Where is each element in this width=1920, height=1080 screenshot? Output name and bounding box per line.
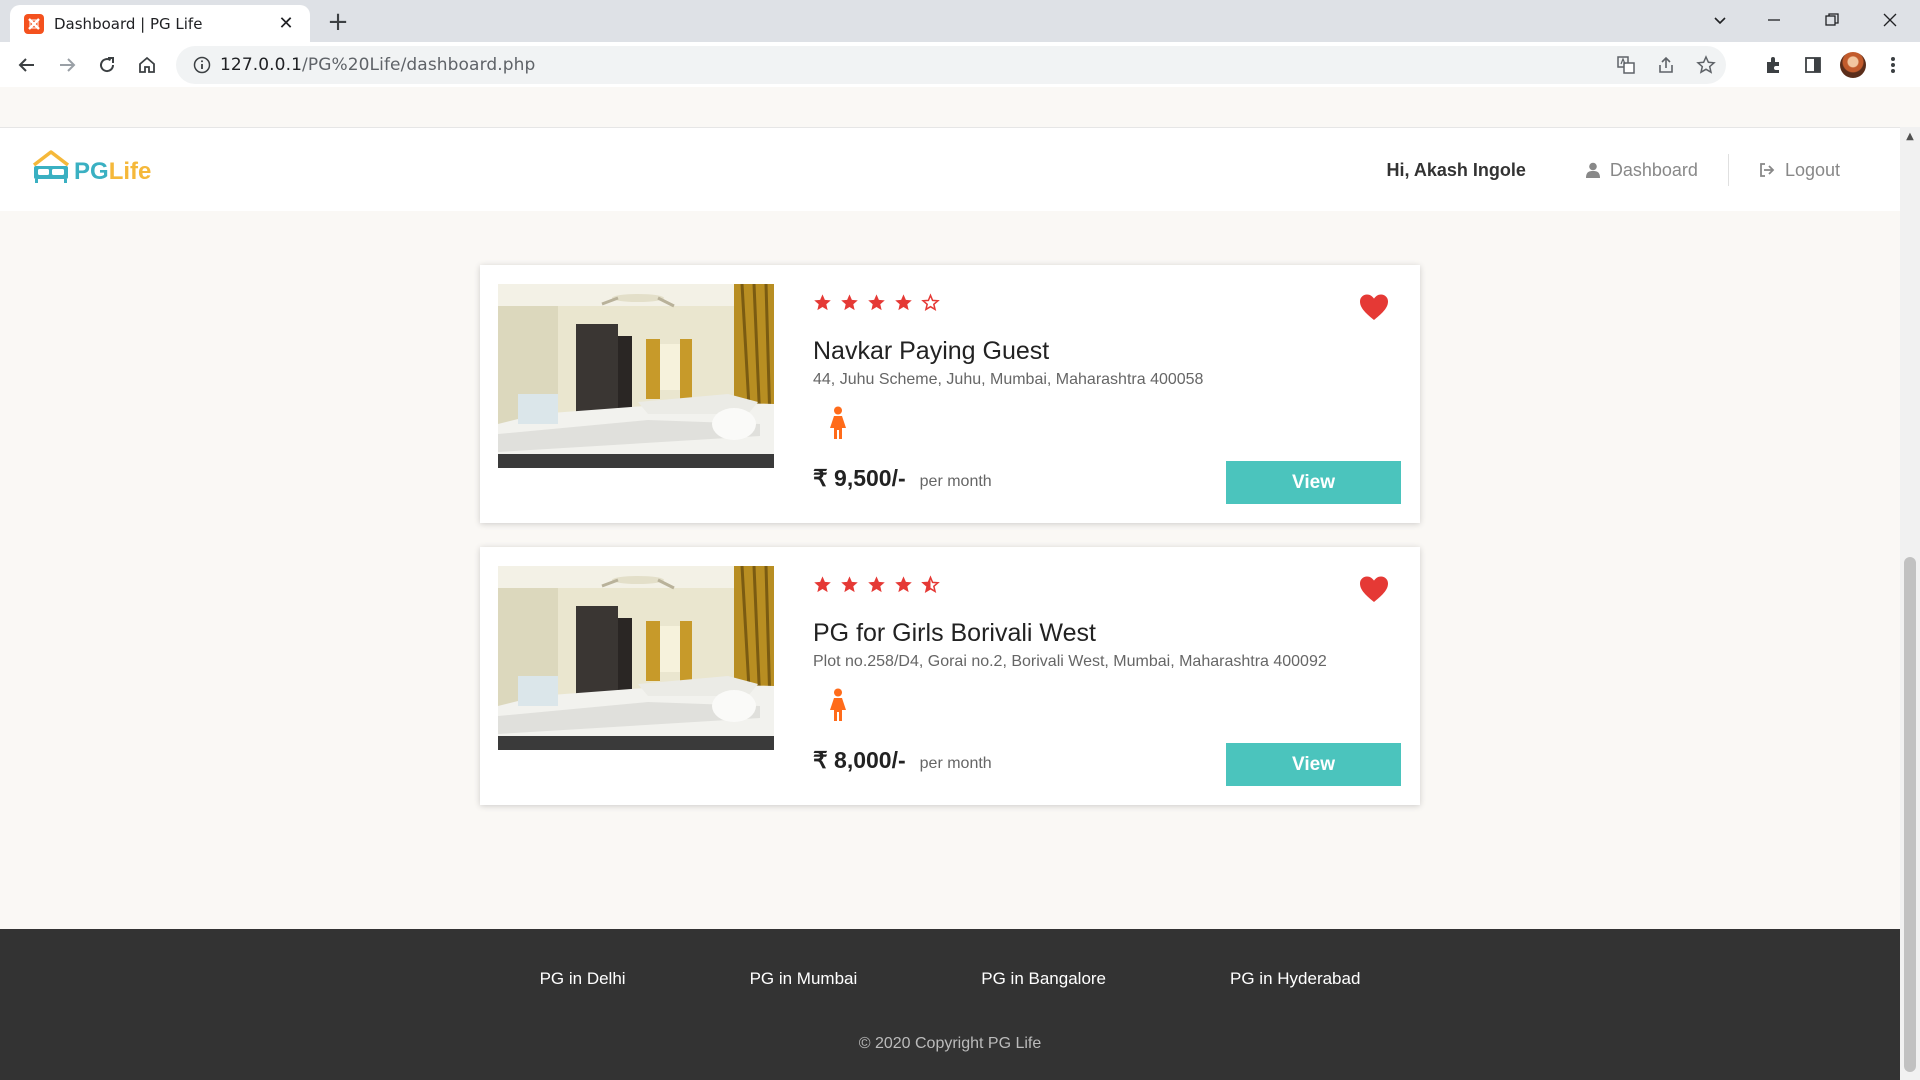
reload-icon[interactable] — [90, 48, 124, 82]
page-viewport: PGLife Hi, Akash Ingole Dashboard Logout — [0, 87, 1920, 1080]
forward-icon[interactable] — [50, 48, 84, 82]
property-details: PG for Girls Borivali West Plot no.258/D… — [813, 547, 1403, 805]
url-path: /PG%20Life/dashboard.php — [302, 55, 536, 75]
property-image — [498, 284, 774, 468]
sign-out-icon — [1760, 163, 1775, 177]
star-empty-icon — [921, 293, 940, 312]
address-bar[interactable]: 127.0.0.1/PG%20Life/dashboard.php — [176, 46, 1726, 84]
star-rating — [813, 293, 948, 312]
page-scrollbar[interactable]: ▲ — [1900, 127, 1920, 1080]
bookmark-star-icon[interactable] — [1686, 46, 1726, 84]
female-gender-icon — [830, 406, 846, 439]
property-address: Plot no.258/D4, Gorai no.2, Borivali Wes… — [813, 653, 1327, 670]
logo-text-pg: PG — [74, 158, 109, 185]
property-details: Navkar Paying Guest 44, Juhu Scheme, Juh… — [813, 265, 1403, 523]
nav-logout-link[interactable]: Logout — [1729, 160, 1870, 181]
user-icon — [1585, 162, 1600, 178]
profile-avatar[interactable] — [1836, 48, 1870, 82]
pglife-logo[interactable]: PGLife — [30, 148, 151, 186]
star-filled-icon — [868, 294, 885, 311]
new-tab-icon[interactable]: + — [324, 7, 352, 37]
property-price: ₹ 9,500/- — [813, 465, 906, 491]
xampp-favicon-icon — [24, 13, 44, 34]
site-info-icon[interactable] — [184, 46, 220, 84]
close-window-icon[interactable] — [1870, 4, 1910, 36]
view-property-button[interactable]: View — [1226, 461, 1401, 504]
footer-link-hyderabad[interactable]: PG in Hyderabad — [1230, 969, 1360, 989]
back-icon[interactable] — [10, 48, 44, 82]
share-icon[interactable] — [1646, 46, 1686, 84]
extensions-icon[interactable] — [1756, 48, 1790, 82]
star-filled-icon — [814, 294, 831, 311]
user-greeting: Hi, Akash Ingole — [1386, 159, 1526, 180]
translate-icon[interactable] — [1606, 46, 1646, 84]
restore-icon[interactable] — [1812, 4, 1852, 36]
site-header: PGLife Hi, Akash Ingole Dashboard Logout — [0, 127, 1900, 211]
nav-dashboard-link[interactable]: Dashboard — [1556, 160, 1728, 181]
footer-copyright: © 2020 Copyright PG Life — [858, 1035, 1042, 1052]
star-filled-icon — [895, 576, 912, 593]
url-host: 127.0.0.1 — [220, 55, 303, 75]
property-name[interactable]: PG for Girls Borivali West — [813, 619, 1096, 648]
home-icon[interactable] — [130, 48, 164, 82]
property-card: PG for Girls Borivali West Plot no.258/D… — [480, 547, 1420, 805]
footer-link-delhi[interactable]: PG in Delhi — [540, 969, 626, 989]
property-price: ₹ 8,000/- — [813, 747, 906, 773]
property-name[interactable]: Navkar Paying Guest — [813, 337, 1049, 366]
footer-link-bangalore[interactable]: PG in Bangalore — [981, 969, 1106, 989]
minimize-icon[interactable] — [1754, 4, 1794, 36]
header-nav: Hi, Akash Ingole Dashboard Logout — [1357, 128, 1870, 212]
side-panel-icon[interactable] — [1796, 48, 1830, 82]
tab-search-chevron-icon[interactable] — [1700, 4, 1740, 36]
star-filled-icon — [841, 576, 858, 593]
close-tab-icon[interactable]: ✕ — [276, 13, 296, 34]
footer-link-mumbai[interactable]: PG in Mumbai — [750, 969, 858, 989]
price-period: per month — [919, 755, 992, 772]
property-image — [498, 566, 774, 750]
menu-kebab-icon[interactable] — [1876, 48, 1910, 82]
site-footer: PG in Delhi PG in Mumbai PG in Bangalore… — [0, 929, 1900, 1080]
house-bed-logo-icon — [32, 150, 70, 183]
star-half-icon — [921, 575, 940, 594]
scroll-up-arrow-icon[interactable]: ▲ — [1904, 131, 1916, 143]
scrollbar-thumb[interactable] — [1904, 557, 1916, 1072]
star-filled-icon — [814, 576, 831, 593]
star-filled-icon — [895, 294, 912, 311]
price-period: per month — [919, 473, 992, 490]
star-filled-icon — [868, 576, 885, 593]
nav-dashboard-label: Dashboard — [1609, 159, 1698, 180]
heart-interested-icon[interactable] — [1359, 293, 1389, 321]
heart-interested-icon[interactable] — [1359, 575, 1389, 603]
browser-tab-strip: Dashboard | PG Life ✕ + — [0, 0, 1920, 42]
url-text[interactable]: 127.0.0.1/PG%20Life/dashboard.php — [220, 55, 535, 75]
star-rating — [813, 575, 948, 594]
browser-toolbar: 127.0.0.1/PG%20Life/dashboard.php — [0, 42, 1920, 87]
female-gender-icon — [830, 688, 846, 721]
footer-city-links: PG in Delhi PG in Mumbai PG in Bangalore… — [0, 969, 1900, 989]
view-property-button[interactable]: View — [1226, 743, 1401, 786]
property-card: Navkar Paying Guest 44, Juhu Scheme, Juh… — [480, 265, 1420, 523]
browser-tab[interactable]: Dashboard | PG Life ✕ — [10, 5, 310, 42]
nav-logout-label: Logout — [1784, 159, 1840, 180]
logo-text-life: Life — [108, 158, 152, 185]
tab-title: Dashboard | PG Life — [54, 14, 203, 33]
star-filled-icon — [841, 294, 858, 311]
property-address: 44, Juhu Scheme, Juhu, Mumbai, Maharasht… — [813, 371, 1204, 388]
